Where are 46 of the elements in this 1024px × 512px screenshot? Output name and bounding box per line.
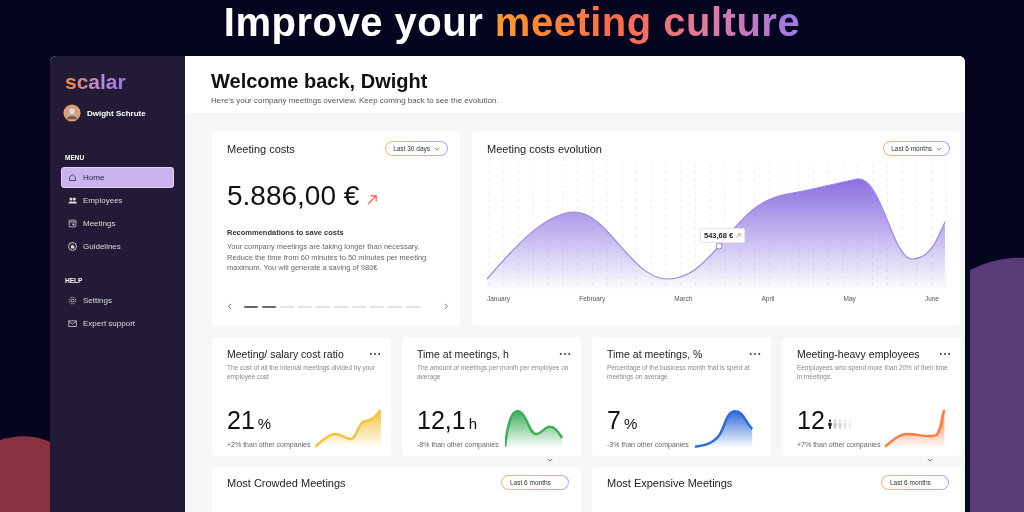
- envelope-icon: [68, 319, 77, 329]
- nav-item[interactable]: Home: [61, 167, 174, 189]
- card-title: Meeting costs: [227, 142, 295, 155]
- more-icon[interactable]: [559, 352, 571, 357]
- chevron-icon: [434, 146, 440, 151]
- chevron-icon[interactable]: [927, 458, 933, 463]
- card-title: Meeting costs evolution: [487, 142, 602, 155]
- page-title: Welcome back, Dwight: [211, 69, 429, 95]
- nav-item[interactable]: Employees: [61, 190, 174, 212]
- nav-item[interactable]: Guidelines: [61, 236, 174, 258]
- card-title: Most Expensive Meetings: [607, 476, 733, 489]
- thumbs-up-icon: [68, 242, 77, 252]
- kpi-value: 12: [797, 406, 825, 436]
- card-title: Meeting-heavy employees: [797, 348, 920, 361]
- more-icon[interactable]: [939, 352, 951, 357]
- kpi-unit: %: [623, 415, 638, 433]
- nav-item[interactable]: Settings: [61, 290, 174, 312]
- people-icon: [68, 196, 77, 206]
- cost-amount: 5.886,00 €: [227, 180, 360, 213]
- chevron-icon[interactable]: [547, 458, 553, 463]
- calendar-icon: [68, 219, 77, 229]
- settings-icon: [68, 296, 77, 306]
- card-title: Meeting/ salary cost ratio: [227, 348, 344, 361]
- user-name: Dwight Schrute: [87, 108, 146, 118]
- nav-item[interactable]: Expert support: [61, 313, 174, 335]
- previous-icon[interactable]: [228, 303, 232, 311]
- trend-up-icon: [736, 233, 742, 239]
- kpi-value: 7: [607, 406, 621, 436]
- nav-item[interactable]: Meetings: [61, 213, 174, 235]
- card-title: Time at meetings, h: [417, 348, 509, 361]
- chevron-icon: [936, 146, 942, 151]
- avatar-icon: [63, 104, 81, 123]
- kpi-unit: h: [468, 415, 477, 433]
- kpi-unit: %: [257, 415, 272, 433]
- kpi-value: 12,1: [417, 406, 466, 436]
- trend-up-icon: [367, 193, 379, 205]
- more-icon[interactable]: [749, 352, 761, 357]
- home-icon: [68, 173, 77, 183]
- page-subtitle: Here’s your company meetings overview. Keep coming back to see the evolution.: [211, 96, 500, 106]
- page-indicator[interactable]: [262, 305, 276, 308]
- card-title: Most Crowded Meetings: [227, 476, 346, 489]
- kpi-value: 21: [227, 406, 255, 436]
- more-icon[interactable]: [369, 352, 381, 357]
- card-title: Time at meetings, %: [607, 348, 703, 361]
- page-indicator[interactable]: [244, 305, 258, 308]
- next-icon[interactable]: [444, 303, 448, 311]
